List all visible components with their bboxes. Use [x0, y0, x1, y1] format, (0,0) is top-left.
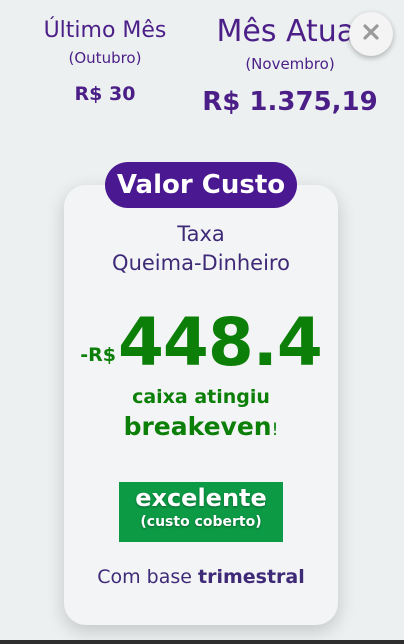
- card-title-pill: Valor Custo: [105, 162, 297, 208]
- close-button[interactable]: [349, 12, 393, 56]
- close-icon: [360, 21, 382, 47]
- basis-prefix: Com base: [97, 566, 199, 588]
- last-month-amount: R$ 30: [74, 83, 136, 105]
- metric-value: -R$ 448.4: [64, 304, 338, 381]
- status-keyword: breakeven: [123, 412, 272, 441]
- status-line1: caixa atingiu: [132, 386, 270, 408]
- metric-title-line1: Taxa: [177, 222, 225, 246]
- status-badge: excelente (custo coberto): [119, 482, 283, 542]
- value-prefix: -R$: [80, 344, 116, 366]
- basis-note: Com base trimestral: [64, 566, 338, 588]
- metric-title: Taxa Queima-Dinheiro: [64, 220, 338, 278]
- current-month-name: (Novembro): [245, 55, 335, 73]
- value-number: 448.4: [117, 304, 323, 381]
- current-month-amount: R$ 1.375,19: [202, 87, 378, 117]
- metric-title-line2: Queima-Dinheiro: [112, 251, 290, 275]
- last-month-summary: Último Mês (Outubro) R$ 30: [20, 18, 190, 105]
- status-line2: breakeven!: [64, 412, 338, 441]
- status-text: caixa atingiu breakeven!: [64, 386, 338, 441]
- badge-title: excelente: [135, 484, 267, 512]
- badge-subtitle: (custo coberto): [140, 514, 262, 530]
- status-mark: !: [271, 420, 279, 440]
- basis-period: trimestral: [198, 566, 305, 588]
- bottom-divider: [0, 640, 404, 644]
- last-month-label: Último Mês: [43, 18, 167, 43]
- last-month-name: (Outubro): [68, 49, 142, 67]
